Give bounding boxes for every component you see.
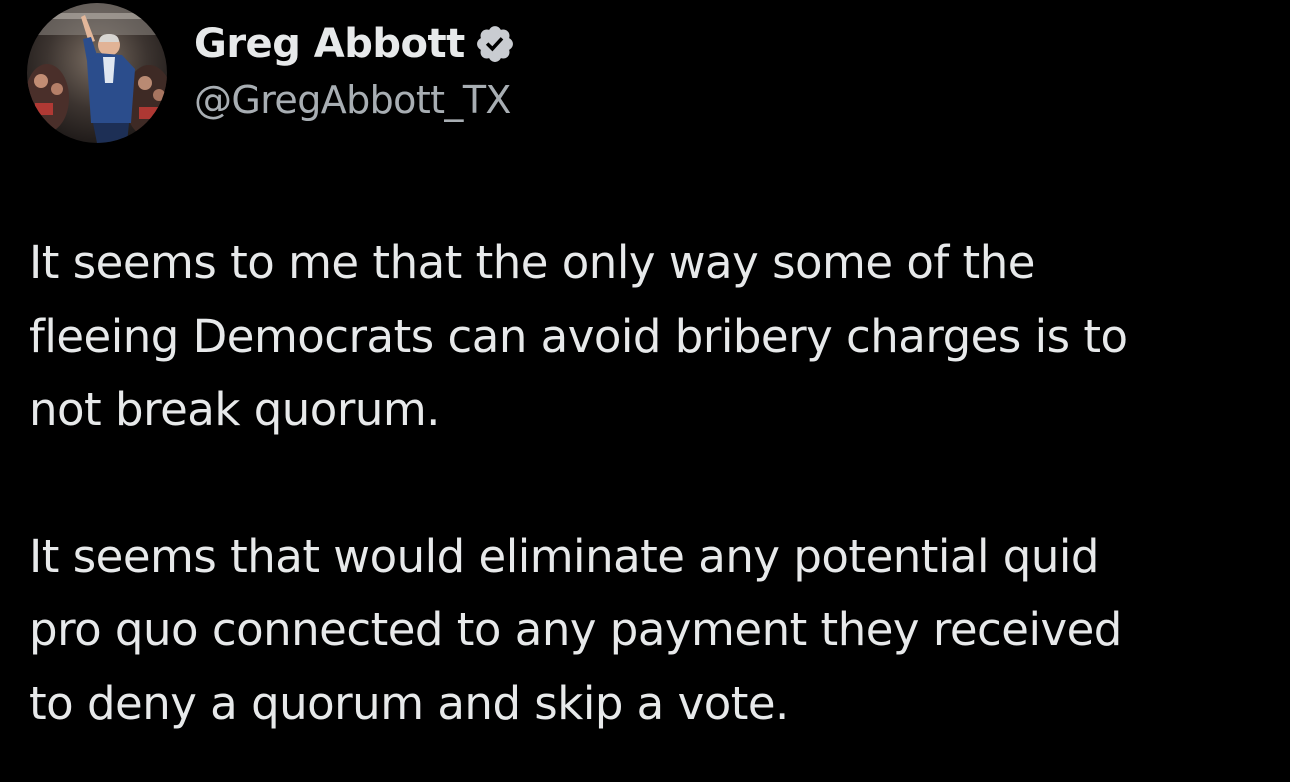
author-handle[interactable]: @GregAbbott_TX xyxy=(194,78,511,122)
tweet-text: It seems to me that the only way some of… xyxy=(29,226,1269,740)
tweet-text-line: It seems that would eliminate any potent… xyxy=(29,529,1099,583)
profile-photo-icon xyxy=(27,3,167,143)
author-display-name[interactable]: Greg Abbott xyxy=(194,21,465,67)
tweet-text-line: to deny a quorum and skip a vote. xyxy=(29,676,789,730)
verified-badge-icon[interactable] xyxy=(474,23,516,65)
tweet: Greg Abbott @GregAbbott_TX It seems to m… xyxy=(0,0,1290,782)
tweet-paragraph: It seems that would eliminate any potent… xyxy=(29,520,1269,741)
tweet-text-line: not break quorum. xyxy=(29,383,440,436)
tweet-text-line: fleeing Democrats can avoid bribery char… xyxy=(29,309,1128,363)
avatar[interactable] xyxy=(27,3,167,143)
tweet-paragraph: It seems to me that the only way some of… xyxy=(29,226,1269,447)
tweet-text-line: It seems to me that the only way some of… xyxy=(29,236,1035,289)
author-name-row: Greg Abbott xyxy=(194,16,516,72)
tweet-text-line: pro quo connected to any payment they re… xyxy=(29,603,1122,656)
